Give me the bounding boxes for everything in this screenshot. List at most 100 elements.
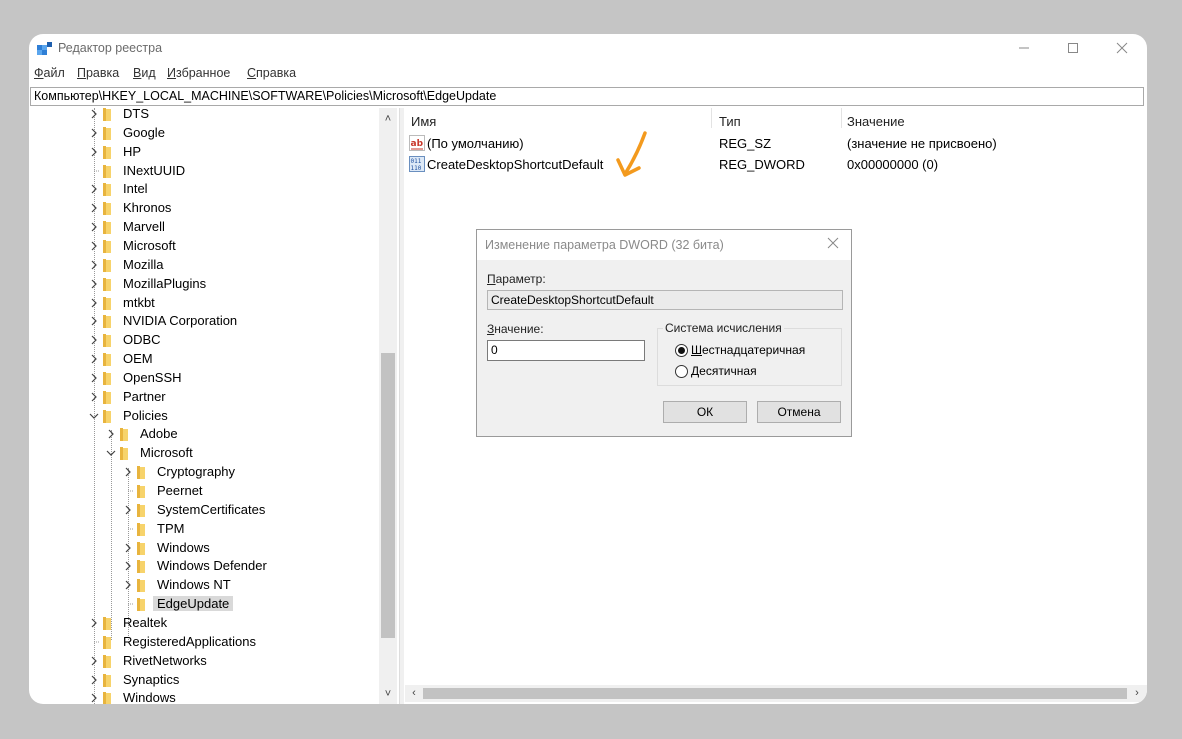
chevron-right-icon[interactable] — [89, 314, 99, 328]
tree-item[interactable]: Adobe — [29, 425, 389, 444]
tree-item[interactable]: Marvell — [29, 218, 389, 237]
tree-item[interactable]: SystemCertificates — [29, 501, 389, 520]
value-row[interactable]: 011 110 CreateDesktopShortcutDefault REG… — [405, 155, 1147, 175]
tree-item[interactable]: Intel — [29, 180, 389, 199]
tree-item[interactable]: Mozilla — [29, 256, 389, 275]
chevron-right-icon[interactable] — [123, 465, 133, 479]
scroll-up-icon[interactable]: ˄ — [382, 113, 394, 125]
menu-favorites-mnemonic: И — [167, 66, 176, 80]
chevron-right-icon[interactable] — [89, 673, 99, 687]
chevron-down-icon[interactable] — [89, 409, 99, 423]
parameter-label-mnemonic: П — [487, 272, 496, 286]
tree-item[interactable]: Microsoft — [29, 237, 389, 256]
close-button[interactable] — [1099, 34, 1145, 62]
scroll-down-icon[interactable]: ˅ — [382, 688, 394, 700]
cancel-button[interactable]: Отмена — [757, 401, 841, 423]
chevron-right-icon[interactable] — [106, 427, 116, 441]
menu-edit[interactable]: Правка — [77, 66, 119, 80]
chevron-right-icon[interactable] — [123, 559, 133, 573]
tree-item[interactable]: Policies — [29, 407, 389, 426]
chevron-right-icon[interactable] — [89, 691, 99, 704]
folder-icon — [103, 221, 111, 235]
menu-view-label: ид — [141, 66, 156, 80]
tree-item[interactable]: MozillaPlugins — [29, 275, 389, 294]
tree-item[interactable]: Partner — [29, 388, 389, 407]
menu-help[interactable]: Справка — [247, 66, 296, 80]
value-row[interactable]: ab (По умолчанию) REG_SZ (значение не пр… — [405, 134, 1147, 154]
chevron-right-icon[interactable] — [89, 616, 99, 630]
radio-hexadecimal[interactable]: Шестнадцатеричная — [675, 343, 845, 359]
scroll-right-icon[interactable]: › — [1131, 687, 1143, 699]
tree-item[interactable]: ODBC — [29, 331, 389, 350]
tree-item[interactable]: Windows — [29, 539, 389, 558]
scroll-left-icon[interactable]: ‹ — [408, 687, 420, 699]
chevron-right-icon[interactable] — [89, 108, 99, 121]
tree-item[interactable]: Windows NT — [29, 576, 389, 595]
menu-view[interactable]: Вид — [133, 66, 156, 80]
minimize-button[interactable] — [1001, 34, 1047, 62]
tree-item[interactable]: HP — [29, 143, 389, 162]
registry-tree: DTS Google HP INextUUID Intel Khronos Marvell M… — [29, 108, 398, 704]
tree-item[interactable]: Google — [29, 124, 389, 143]
tree-item[interactable]: Cryptography — [29, 463, 389, 482]
menu-favorites[interactable]: Избранное — [167, 66, 230, 80]
chevron-right-icon[interactable] — [89, 239, 99, 253]
tree-item[interactable]: Synaptics — [29, 671, 389, 690]
chevron-right-icon[interactable] — [123, 578, 133, 592]
tree-item[interactable]: DTS — [29, 108, 389, 124]
tree-vertical-scrollbar[interactable]: ˄ ˅ — [379, 108, 397, 704]
ok-button[interactable]: ОК — [663, 401, 747, 423]
tree-item[interactable]: mtkbt — [29, 294, 389, 313]
folder-icon — [103, 353, 111, 367]
tree-item[interactable]: Khronos — [29, 199, 389, 218]
chevron-right-icon[interactable] — [89, 654, 99, 668]
menu-edit-label: равка — [85, 66, 120, 80]
chevron-right-icon[interactable] — [89, 390, 99, 404]
tree-item[interactable]: Windows — [29, 689, 389, 704]
menu-file[interactable]: Файл — [34, 66, 65, 80]
address-bar[interactable]: Компьютер\HKEY_LOCAL_MACHINE\SOFTWARE\Po… — [30, 87, 1144, 106]
tree-item[interactable]: OEM — [29, 350, 389, 369]
list-horizontal-scrollbar[interactable]: ‹ › — [405, 685, 1147, 702]
tree-item[interactable]: RegisteredApplications — [29, 633, 389, 652]
tree-item[interactable]: RivetNetworks — [29, 652, 389, 671]
tree-item[interactable]: NVIDIA Corporation — [29, 312, 389, 331]
pane-splitter[interactable] — [399, 108, 404, 704]
chevron-right-icon[interactable] — [89, 220, 99, 234]
dialog-close-button[interactable] — [825, 236, 841, 252]
chevron-right-icon[interactable] — [89, 126, 99, 140]
tree-item[interactable]: Peernet — [29, 482, 389, 501]
tree-item-label: RegisteredApplications — [123, 633, 256, 649]
chevron-right-icon[interactable] — [89, 296, 99, 310]
column-header-value[interactable]: Значение — [847, 114, 905, 129]
tree-item[interactable]: Windows Defender — [29, 557, 389, 576]
list-scroll-thumb[interactable] — [423, 688, 1127, 699]
tree-item[interactable]: OpenSSH — [29, 369, 389, 388]
chevron-right-icon[interactable] — [89, 258, 99, 272]
tree-item[interactable]: Microsoft — [29, 444, 389, 463]
chevron-right-icon[interactable] — [89, 277, 99, 291]
tree-item[interactable]: INextUUID — [29, 162, 389, 181]
chevron-down-icon[interactable] — [106, 446, 116, 460]
chevron-right-icon[interactable] — [89, 201, 99, 215]
chevron-right-icon[interactable] — [123, 503, 133, 517]
maximize-button[interactable] — [1050, 34, 1096, 62]
chevron-right-icon[interactable] — [89, 182, 99, 196]
tree-item[interactable]: TPM — [29, 520, 389, 539]
value-data-input[interactable]: 0 — [487, 340, 645, 361]
chevron-right-icon[interactable] — [123, 541, 133, 555]
tree-item[interactable]: Realtek — [29, 614, 389, 633]
chevron-right-icon[interactable] — [89, 333, 99, 347]
close-icon — [1116, 42, 1128, 54]
tree-item[interactable]: EdgeUpdate — [29, 595, 389, 614]
chevron-right-icon[interactable] — [89, 371, 99, 385]
column-header-name[interactable]: Имя — [411, 114, 436, 129]
parameter-name-field[interactable]: CreateDesktopShortcutDefault — [487, 290, 843, 310]
radio-decimal[interactable]: Десятичная — [675, 364, 845, 380]
tree-scroll-thumb[interactable] — [381, 353, 395, 638]
chevron-right-icon[interactable] — [89, 352, 99, 366]
chevron-right-icon[interactable] — [89, 145, 99, 159]
folder-icon — [137, 485, 145, 498]
column-header-type[interactable]: Тип — [719, 114, 741, 129]
folder-icon — [103, 371, 111, 385]
